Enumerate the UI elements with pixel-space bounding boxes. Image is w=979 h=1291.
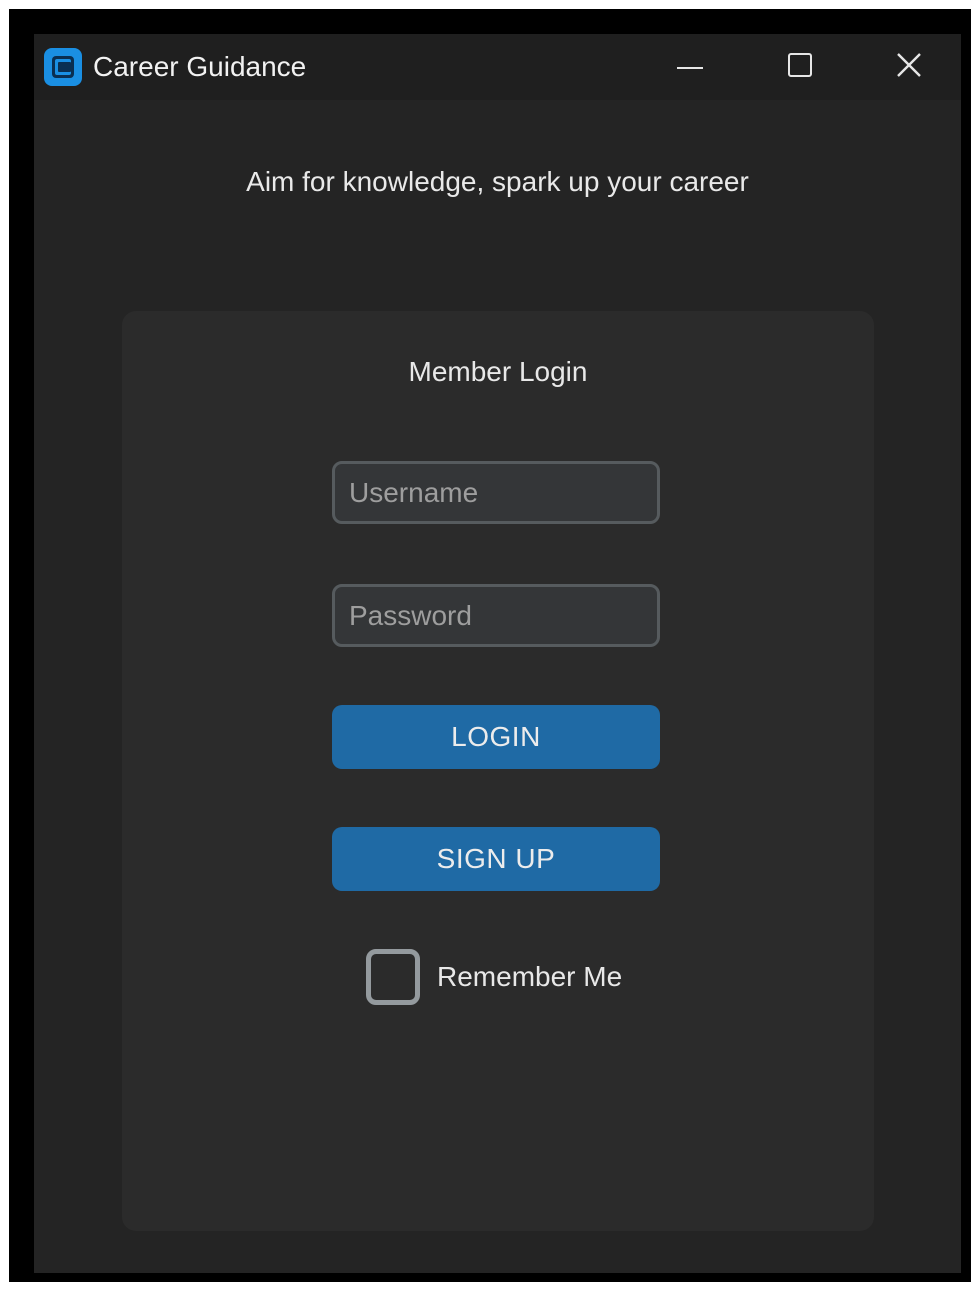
password-input[interactable] [332, 584, 660, 647]
remember-me-checkbox[interactable] [366, 949, 420, 1005]
app-logo-icon [44, 48, 82, 86]
minimize-icon [677, 58, 703, 76]
login-card: Member Login LOGIN SIGN UP Remember Me [122, 311, 874, 1231]
tagline: Aim for knowledge, spark up your career [246, 166, 749, 197]
maximize-button[interactable] [748, 34, 852, 100]
minimize-button[interactable] [638, 34, 742, 100]
remember-me-checkbox-row[interactable]: Remember Me [366, 949, 622, 1005]
close-button[interactable] [857, 34, 961, 100]
window-title: Career Guidance [93, 51, 307, 82]
maximize-icon [788, 52, 812, 82]
card-title: Member Login [408, 356, 588, 387]
login-button[interactable]: LOGIN [332, 705, 660, 769]
sign-up-button[interactable]: SIGN UP [332, 827, 660, 891]
app-window: Career Guidance Aim for knowledge, spark… [34, 34, 961, 1273]
title-bar[interactable]: Career Guidance [34, 34, 961, 100]
username-input[interactable] [332, 461, 660, 524]
close-icon [896, 52, 922, 83]
remember-me-label: Remember Me [437, 961, 623, 992]
